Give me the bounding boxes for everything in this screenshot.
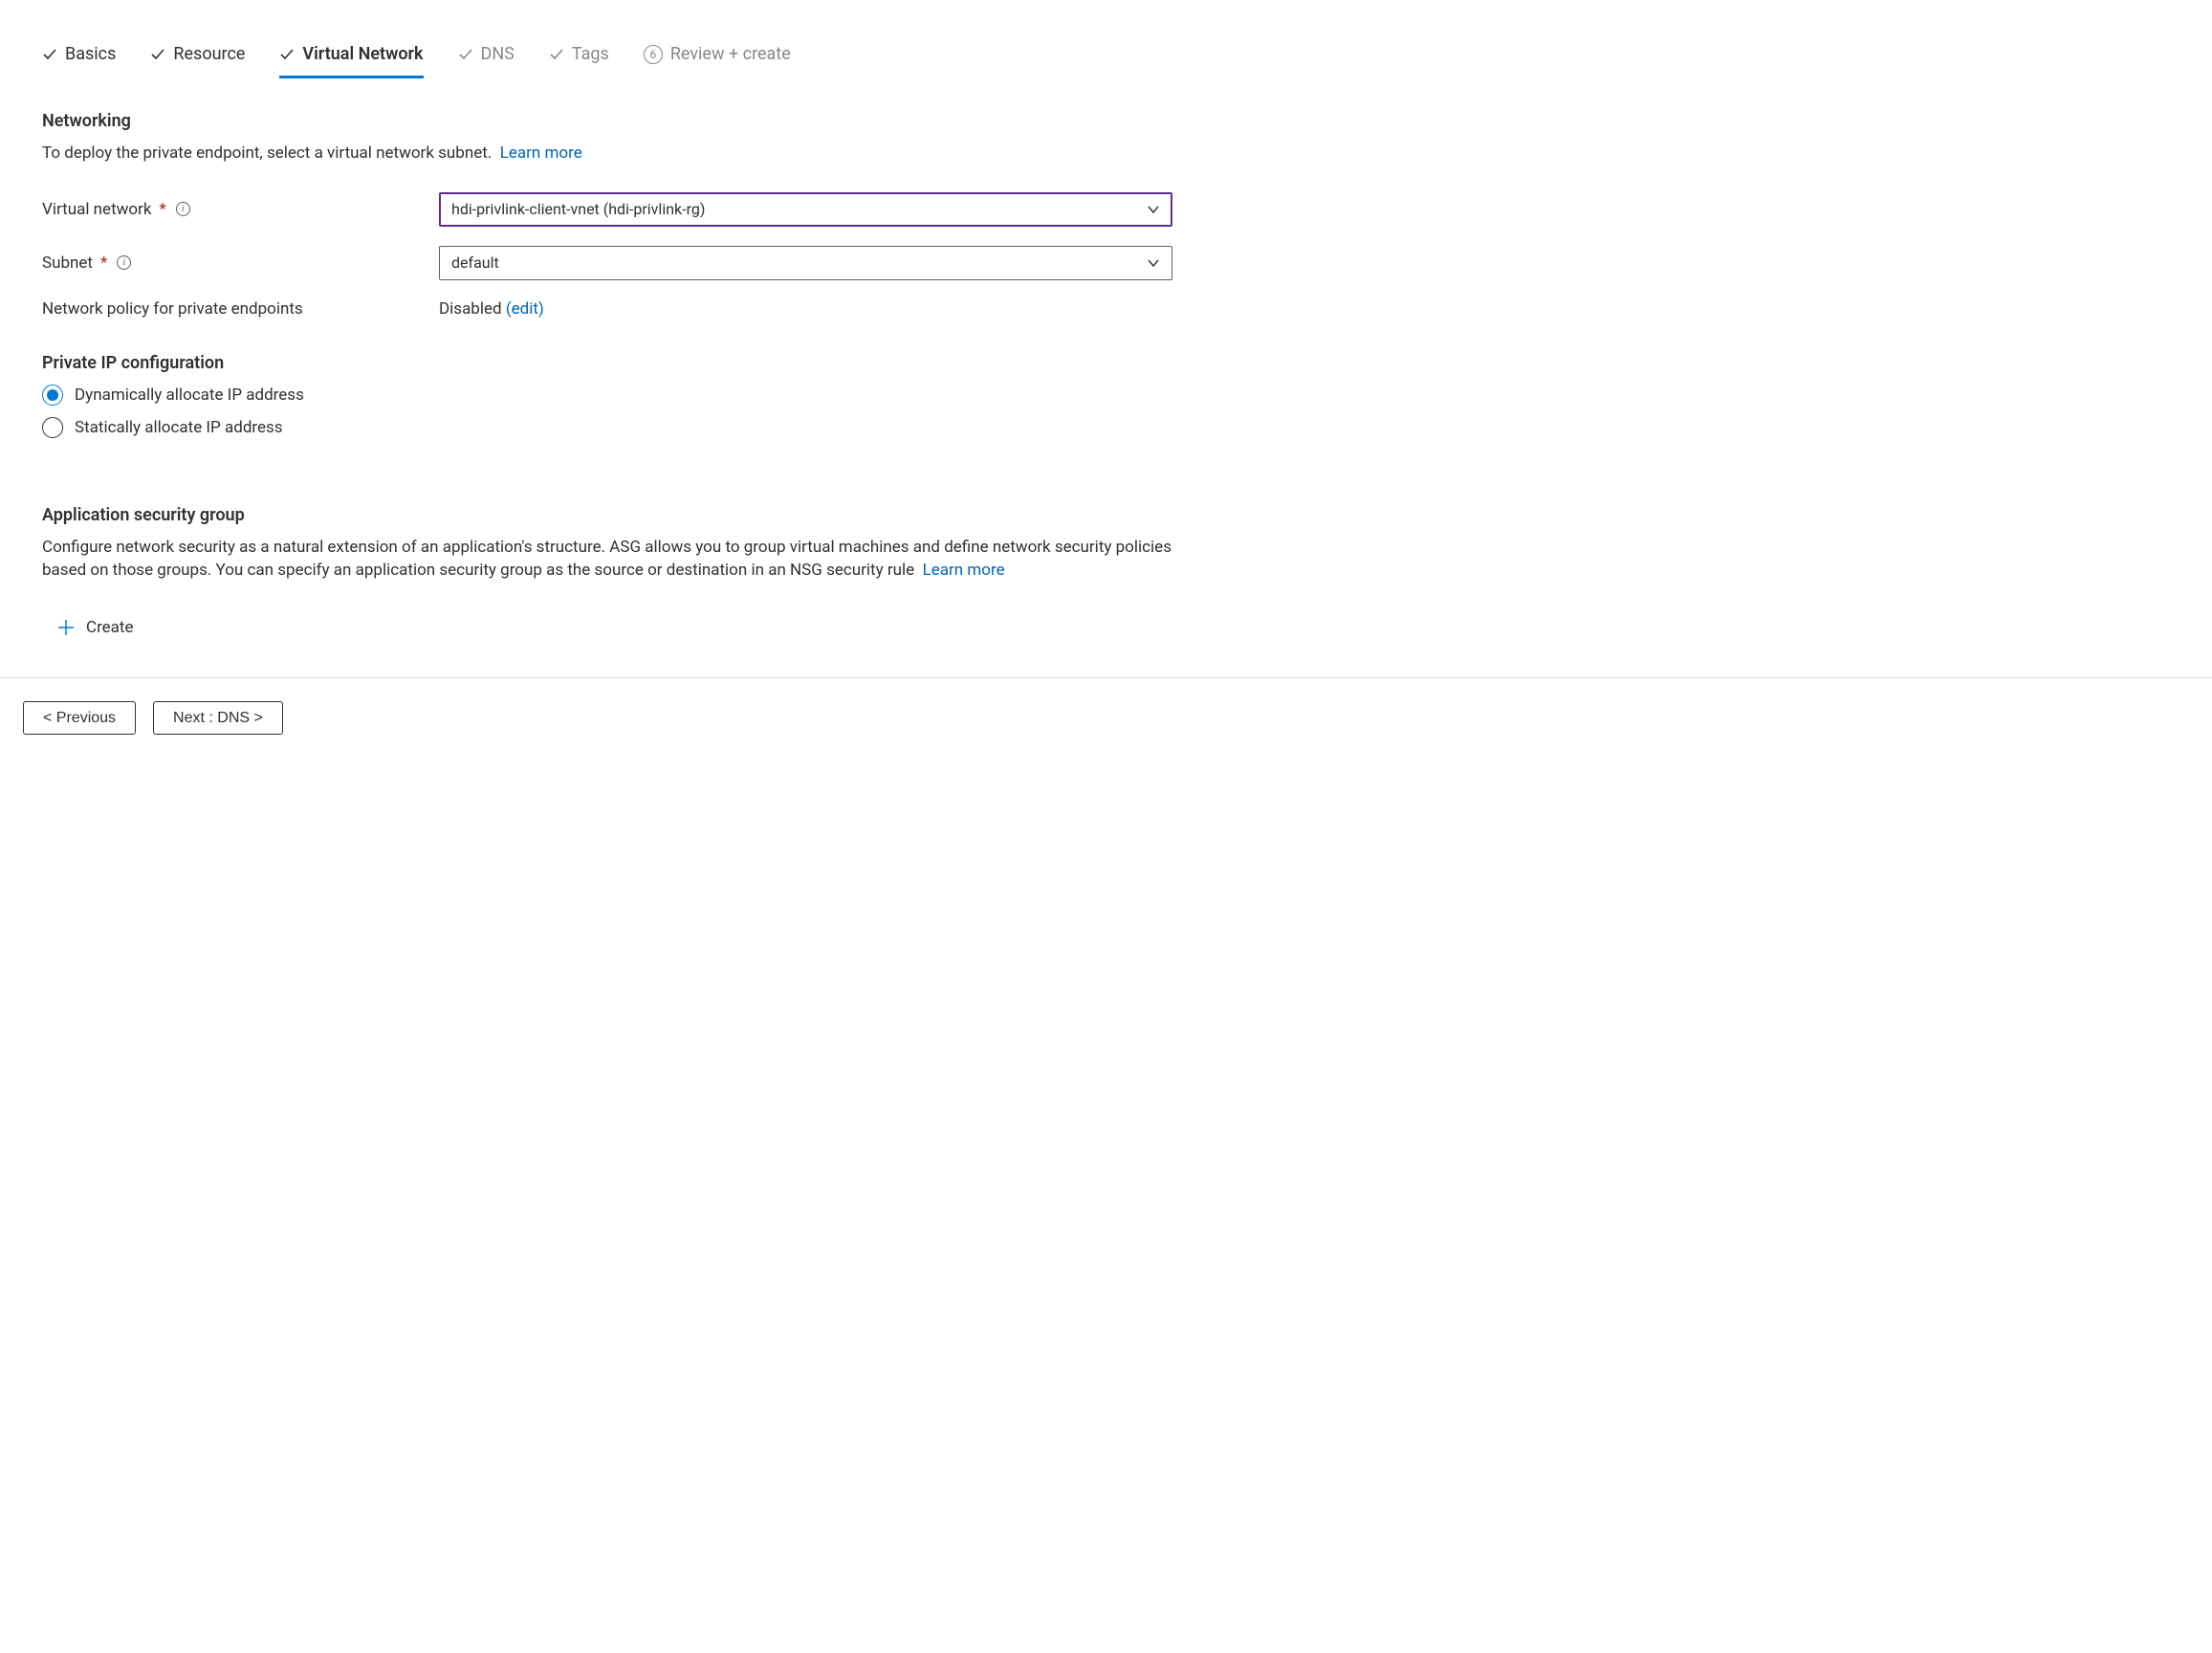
tab-resource[interactable]: Resource [150,38,245,78]
radio-label: Dynamically allocate IP address [75,386,304,405]
radio-label: Statically allocate IP address [75,418,283,437]
info-icon[interactable]: i [117,255,131,270]
tab-label: Resource [173,44,245,64]
networking-title: Networking [42,111,1172,131]
subnet-dropdown[interactable]: default [439,246,1172,280]
tab-virtual-network[interactable]: Virtual Network [279,38,423,78]
dropdown-value: hdi-privlink-client-vnet (hdi-privlink-r… [451,200,705,218]
asg-desc: Configure network security as a natural … [42,537,1172,583]
network-policy-label: Network policy for private endpoints [42,299,439,319]
tab-tags[interactable]: Tags [549,38,609,78]
wizard-footer: < Previous Next : DNS > [0,677,2212,758]
previous-button[interactable]: < Previous [23,701,136,735]
tab-label: Virtual Network [302,44,423,64]
plus-icon [57,619,75,636]
virtual-network-dropdown[interactable]: hdi-privlink-client-vnet (hdi-privlink-r… [439,192,1172,227]
network-policy-value: Disabled (edit) [439,299,1172,319]
asg-create-button[interactable]: Create [57,612,134,643]
check-icon [42,47,57,62]
radio-button-icon [42,385,63,406]
virtual-network-label: Virtual network * i [42,200,439,219]
tab-label: Tags [572,44,609,64]
step-number-icon: 6 [644,45,663,64]
create-label: Create [86,618,134,637]
radio-button-icon [42,417,63,438]
chevron-down-icon [1147,256,1160,270]
chevron-down-icon [1147,203,1160,216]
required-indicator: * [100,253,107,273]
ip-allocation-radio-group: Dynamically allocate IP address Statical… [42,385,1172,438]
radio-dynamic-ip[interactable]: Dynamically allocate IP address [42,385,1172,406]
next-button[interactable]: Next : DNS > [153,701,283,735]
tab-basics[interactable]: Basics [42,38,116,78]
subnet-label: Subnet * i [42,253,439,273]
tab-label: DNS [481,44,515,64]
required-indicator: * [159,200,165,219]
tab-dns[interactable]: DNS [458,38,515,78]
tab-label: Review + create [670,44,791,64]
dropdown-value: default [451,253,499,272]
tab-review-create[interactable]: 6 Review + create [644,38,791,78]
wizard-tabs: Basics Resource Virtual Network DNS Tags… [42,38,1172,78]
networking-learn-more-link[interactable]: Learn more [500,143,582,163]
asg-learn-more-link[interactable]: Learn more [923,561,1005,580]
check-icon [458,47,473,62]
asg-title: Application security group [42,505,1172,525]
ip-config-title: Private IP configuration [42,353,1172,373]
networking-desc: To deploy the private endpoint, select a… [42,143,1172,165]
check-icon [150,47,165,62]
tab-label: Basics [65,44,116,64]
network-policy-edit-link[interactable]: (edit) [506,299,544,319]
check-icon [549,47,564,62]
check-icon [279,47,295,62]
radio-static-ip[interactable]: Statically allocate IP address [42,417,1172,438]
info-icon[interactable]: i [176,202,190,216]
